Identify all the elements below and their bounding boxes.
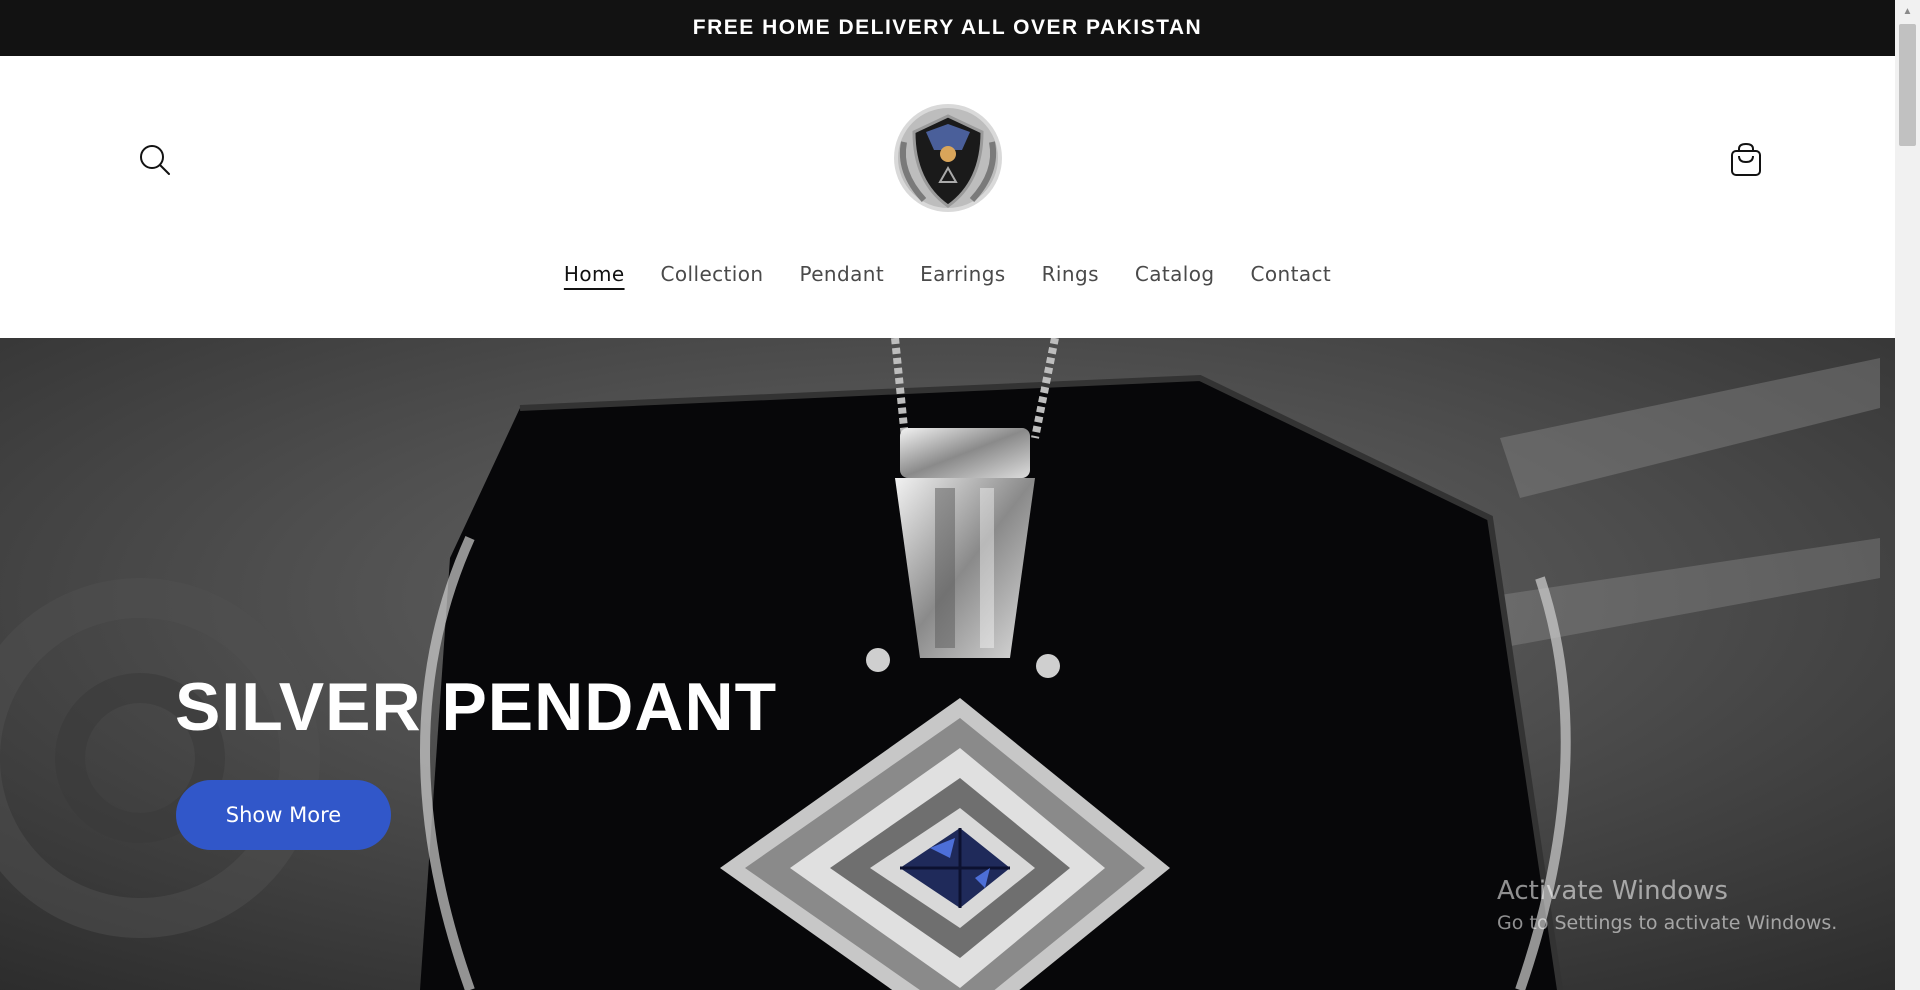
nav-item-collection[interactable]: Collection (643, 254, 782, 294)
vertical-scrollbar[interactable]: ▲ (1895, 0, 1920, 990)
watermark-subtitle: Go to Settings to activate Windows. (1497, 912, 1838, 934)
watermark-title: Activate Windows (1497, 876, 1728, 906)
scroll-up-arrow-icon[interactable]: ▲ (1895, 0, 1920, 22)
site-logo[interactable] (884, 102, 1012, 214)
shopping-bag-icon (1731, 142, 1761, 176)
nav-item-earrings[interactable]: Earrings (902, 254, 1024, 294)
nav-item-catalog[interactable]: Catalog (1117, 254, 1233, 294)
scrollbar-thumb[interactable] (1899, 24, 1916, 146)
show-more-button[interactable]: Show More (176, 780, 391, 850)
main-nav: Home Collection Pendant Earrings Rings C… (0, 254, 1895, 294)
cart-button[interactable] (1726, 140, 1766, 180)
nav-item-home[interactable]: Home (546, 254, 643, 294)
page: FREE HOME DELIVERY ALL OVER PAKISTAN Hom… (0, 0, 1895, 990)
site-header: Home Collection Pendant Earrings Rings C… (0, 56, 1895, 338)
windows-activation-watermark: Activate Windows Go to Settings to activ… (1497, 876, 1837, 934)
nav-item-pendant[interactable]: Pendant (781, 254, 902, 294)
hero-title: SILVER PENDANT (175, 669, 778, 745)
announcement-text: FREE HOME DELIVERY ALL OVER PAKISTAN (692, 16, 1203, 39)
nav-item-contact[interactable]: Contact (1233, 254, 1350, 294)
announcement-bar: FREE HOME DELIVERY ALL OVER PAKISTAN (0, 0, 1895, 56)
shield-crest-logo-icon (894, 104, 1002, 212)
search-icon (140, 145, 170, 175)
nav-item-rings[interactable]: Rings (1024, 254, 1117, 294)
search-button[interactable] (135, 140, 175, 180)
